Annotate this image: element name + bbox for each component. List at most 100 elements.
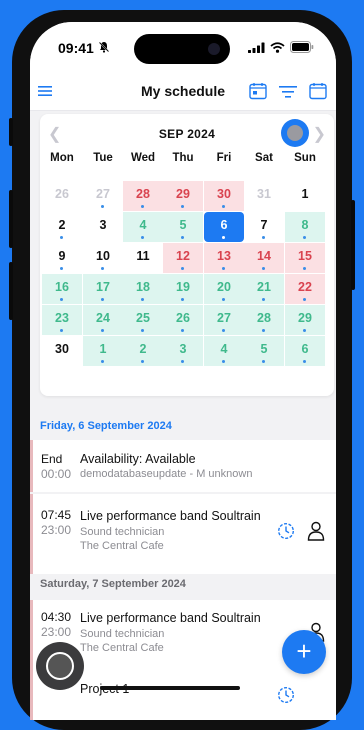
event-dot: [222, 267, 225, 270]
calendar-day[interactable]: 20: [204, 274, 244, 304]
event-dot: [262, 360, 265, 363]
weekday-label: Tue: [93, 152, 113, 164]
day-number: 6: [220, 218, 228, 232]
entry-end: 23:00: [41, 625, 72, 639]
day-header-saturday: Saturday, 7 September 2024: [40, 578, 186, 590]
clock-icon[interactable]: [277, 686, 295, 704]
event-dot: [222, 360, 225, 363]
event-dot: [101, 329, 104, 332]
calendar-day[interactable]: 2: [42, 212, 82, 242]
person-icon[interactable]: [307, 521, 325, 541]
day-number: 20: [217, 280, 231, 294]
calendar-day[interactable]: 17: [83, 274, 123, 304]
event-dot: [141, 205, 144, 208]
calendar-day[interactable]: 23: [42, 305, 82, 335]
day-number: 30: [55, 342, 69, 356]
bell-slash-icon: [98, 41, 110, 53]
event-dot: [141, 329, 144, 332]
day-number: 21: [257, 280, 271, 294]
calendar-day[interactable]: 30: [42, 336, 82, 366]
app-header: My schedule: [30, 74, 336, 111]
chevron-right-icon[interactable]: ❯: [313, 124, 326, 144]
day-number: 24: [96, 311, 110, 325]
calendar-card: ❮ SEP 2024 ❯ Mon Tue Wed Thu Fri Sat Sun 26 27 2…: [40, 114, 334, 396]
event-dot: [60, 298, 63, 301]
entry-end: 23:00: [41, 523, 72, 537]
entry-role: Sound technician: [80, 526, 165, 538]
calendar-day[interactable]: 29: [163, 181, 203, 211]
calendar-day[interactable]: 16: [42, 274, 82, 304]
calendar-day[interactable]: 3: [83, 212, 123, 242]
add-button[interactable]: +: [282, 630, 326, 674]
calendar-day[interactable]: 25: [123, 305, 163, 335]
event-dot: [262, 236, 265, 239]
month-view-icon[interactable]: [309, 82, 327, 100]
entry-title: Live performance band Soultrain: [80, 509, 261, 523]
today-toggle[interactable]: [281, 119, 309, 147]
weekday-label: Mon: [50, 152, 74, 164]
calendar-day[interactable]: 30: [204, 181, 244, 211]
weekday-label: Fri: [216, 152, 232, 164]
entry-location: The Central Cafe: [80, 540, 164, 552]
day-number: 5: [260, 342, 268, 356]
calendar-day[interactable]: 19: [163, 274, 203, 304]
event-dot: [222, 236, 225, 239]
shift-row[interactable]: 07:45 23:00 Live performance band Soultr…: [30, 494, 336, 574]
filter-icon[interactable]: [279, 85, 297, 99]
calendar-day[interactable]: 1: [285, 181, 325, 211]
calendar-icon[interactable]: [249, 82, 267, 100]
calendar-day[interactable]: 11: [123, 243, 163, 273]
weekday-label: Sat: [255, 152, 273, 164]
calendar-day[interactable]: 31: [244, 181, 284, 211]
calendar-day[interactable]: 13: [204, 243, 244, 273]
calendar-day[interactable]: 15: [285, 243, 325, 273]
calendar-day[interactable]: 4: [204, 336, 244, 366]
calendar-day[interactable]: 4: [123, 212, 163, 242]
availability-row[interactable]: End 00:00 Availability: Available demoda…: [30, 440, 336, 492]
calendar-day[interactable]: 28: [244, 305, 284, 335]
day-number: 3: [99, 218, 107, 232]
clock-icon[interactable]: [277, 522, 295, 540]
calendar-day[interactable]: 8: [285, 212, 325, 242]
event-dot: [181, 267, 184, 270]
assistive-touch-button[interactable]: [36, 642, 84, 690]
calendar-day[interactable]: 3: [163, 336, 203, 366]
calendar-day[interactable]: 27: [204, 305, 244, 335]
calendar-day[interactable]: 5: [244, 336, 284, 366]
calendar-day[interactable]: 6: [285, 336, 325, 366]
day-number: 13: [217, 249, 231, 263]
calendar-day[interactable]: 26: [42, 181, 82, 211]
event-dot: [60, 236, 63, 239]
calendar-day[interactable]: 27: [83, 181, 123, 211]
calendar-day[interactable]: 10: [83, 243, 123, 273]
calendar-day[interactable]: 1: [83, 336, 123, 366]
day-number: 29: [298, 311, 312, 325]
day-number: 1: [301, 187, 309, 201]
event-dot: [181, 329, 184, 332]
event-dot: [181, 236, 184, 239]
calendar-day-selected[interactable]: 6: [204, 212, 244, 242]
calendar-day[interactable]: 29: [285, 305, 325, 335]
calendar-day[interactable]: 2: [123, 336, 163, 366]
day-number: 28: [257, 311, 271, 325]
calendar-day[interactable]: 26: [163, 305, 203, 335]
power-button: [351, 200, 355, 290]
day-number: 4: [220, 342, 228, 356]
day-number: 7: [260, 218, 268, 232]
calendar-day[interactable]: 5: [163, 212, 203, 242]
day-number: 6: [301, 342, 309, 356]
calendar-day[interactable]: 12: [163, 243, 203, 273]
calendar-day[interactable]: 7: [244, 212, 284, 242]
battery-icon: [290, 41, 314, 53]
calendar-day[interactable]: 9: [42, 243, 82, 273]
calendar-day[interactable]: 28: [123, 181, 163, 211]
event-dot: [222, 205, 225, 208]
entry-start: 04:30: [41, 610, 72, 624]
event-dot: [303, 329, 306, 332]
calendar-day[interactable]: 21: [244, 274, 284, 304]
calendar-day[interactable]: 22: [285, 274, 325, 304]
calendar-day[interactable]: 18: [123, 274, 163, 304]
calendar-day[interactable]: 14: [244, 243, 284, 273]
calendar-day[interactable]: 24: [83, 305, 123, 335]
event-dot: [141, 298, 144, 301]
